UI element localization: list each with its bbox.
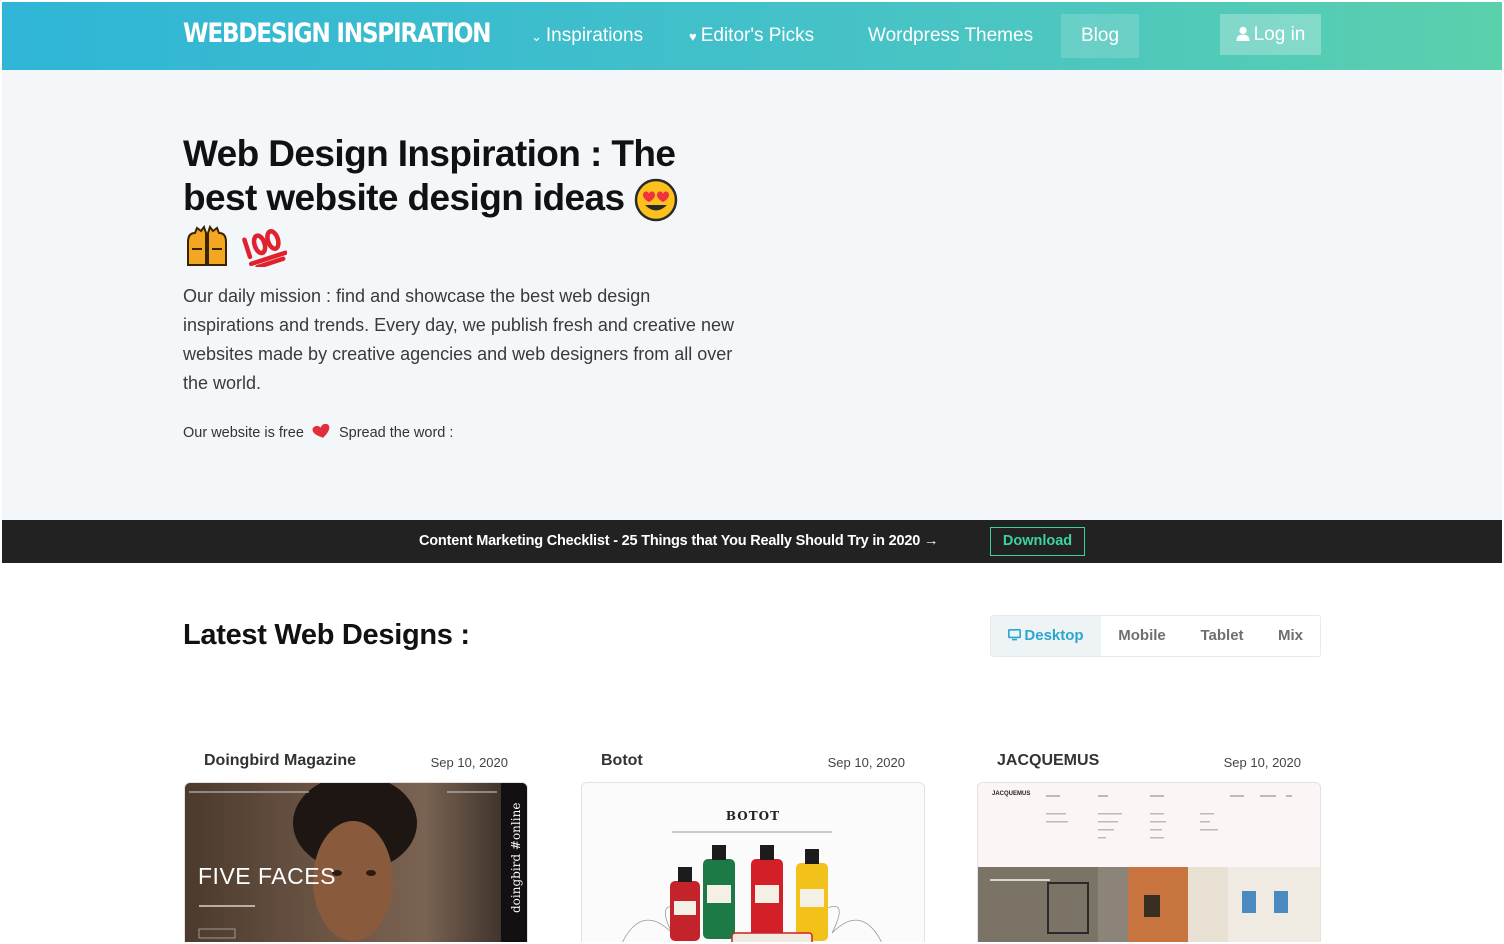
hero-title-text: Web Design Inspiration : The best websit… <box>183 133 676 218</box>
nav-wordpress-themes[interactable]: Wordpress Themes <box>868 2 1033 70</box>
card-title[interactable]: Doingbird Magazine <box>204 752 356 770</box>
hundred-points-emoji-icon <box>241 229 287 268</box>
card-thumbnail[interactable]: JACQUEMUS <box>977 782 1321 942</box>
hero-title: Web Design Inspiration : The best websit… <box>183 132 743 268</box>
nav-inspirations[interactable]: ⌄ Inspirations <box>531 2 643 70</box>
tab-desktop-label: Desktop <box>1024 627 1084 644</box>
card-title[interactable]: JACQUEMUS <box>997 752 1099 770</box>
free-notice: Our website is free Spread the word : <box>183 423 454 441</box>
heart-icon <box>312 423 330 438</box>
nav-blog[interactable]: Blog <box>1061 14 1140 58</box>
design-card: Botot Sep 10, 2020 BOTOT <box>581 746 925 942</box>
login-button[interactable]: Log in <box>1220 14 1321 55</box>
card-date: Sep 10, 2020 <box>430 755 508 770</box>
card-date: Sep 10, 2020 <box>827 755 905 770</box>
nav-inspirations-label: Inspirations <box>545 25 644 46</box>
free-text: Our website is free <box>183 425 304 441</box>
card-thumbnail[interactable]: BOTOT <box>581 782 925 942</box>
product-bottles <box>622 831 882 942</box>
design-card: Doingbird Magazine Sep 10, 2020 FIVE FAC… <box>184 746 528 942</box>
card-title[interactable]: Botot <box>601 752 643 770</box>
promo-bar: Content Marketing Checklist - 25 Things … <box>2 520 1502 563</box>
tab-tablet[interactable]: Tablet <box>1183 616 1261 656</box>
building-photo <box>978 795 1320 942</box>
site-logo[interactable]: WEBDESIGN INSPIRATION <box>183 18 492 49</box>
heart-icon: ♥ <box>689 29 697 44</box>
thumb-side-text: doingbird #online <box>509 802 523 913</box>
hero-description: Our daily mission : find and showcase th… <box>183 286 734 393</box>
design-card: JACQUEMUS Sep 10, 2020 JACQUEMUS <box>977 746 1321 942</box>
latest-designs-heading: Latest Web Designs : <box>183 619 470 651</box>
tab-desktop[interactable]: Desktop <box>991 616 1101 656</box>
nav-editors-picks[interactable]: ♥ Editor's Picks <box>689 2 814 70</box>
promo-link[interactable]: Content Marketing Checklist - 25 Things … <box>419 520 938 563</box>
device-view-tabs: Desktop Mobile Tablet Mix <box>990 615 1321 657</box>
raising-hands-emoji-icon <box>187 225 227 267</box>
user-icon <box>1236 26 1250 41</box>
tab-mobile[interactable]: Mobile <box>1101 616 1183 656</box>
card-date: Sep 10, 2020 <box>1223 755 1301 770</box>
nav-wordpress-themes-label: Wordpress Themes <box>868 25 1034 46</box>
card-thumbnail[interactable]: FIVE FACES doingbird #online <box>184 782 528 942</box>
heart-eyes-emoji-icon <box>634 178 678 222</box>
tab-mix[interactable]: Mix <box>1261 616 1320 656</box>
thumb-heading: FIVE FACES <box>198 863 336 889</box>
nav-editors-picks-label: Editor's Picks <box>700 25 815 46</box>
login-label: Log in <box>1253 24 1306 45</box>
monitor-icon <box>1008 629 1022 641</box>
hero-section: Web Design Inspiration : The best websit… <box>2 70 1502 520</box>
spread-word-text: Spread the word : <box>338 425 454 441</box>
chevron-down-icon: ⌄ <box>531 29 542 44</box>
top-navbar: WEBDESIGN INSPIRATION ⌄ Inspirations ♥ Edi… <box>2 2 1502 70</box>
nav-blog-label: Blog <box>1081 25 1120 46</box>
page: WEBDESIGN INSPIRATION ⌄ Inspirations ♥ Edi… <box>2 2 1502 942</box>
download-button[interactable]: Download <box>990 527 1085 556</box>
